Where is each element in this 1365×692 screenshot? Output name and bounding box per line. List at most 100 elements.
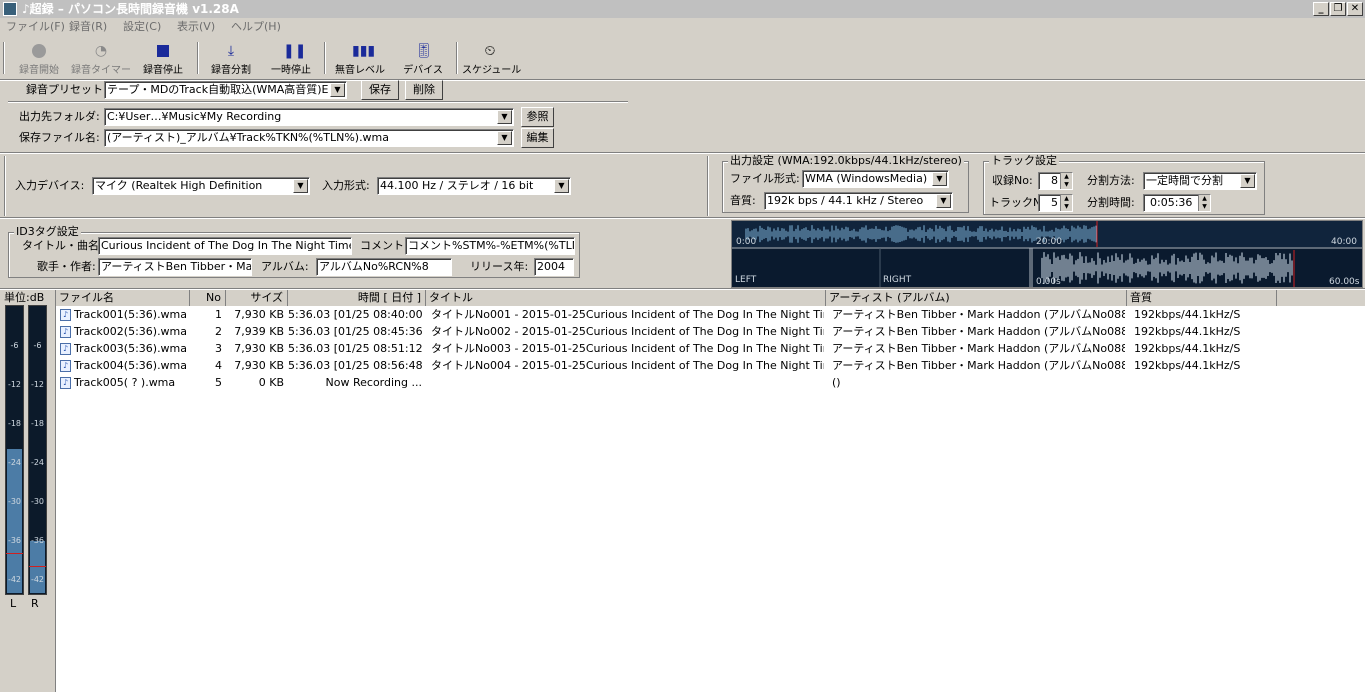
song-title-field[interactable]: Curious Incident of The Dog In The Night… xyxy=(98,237,352,255)
meter-tick-label: -42 xyxy=(7,575,22,584)
quality-select[interactable]: 192k bps / 44.1 kHz / Stereo ▼ xyxy=(764,192,953,210)
window-title: ♪超録 – パソコン長時間録音機 v1.28A xyxy=(22,2,239,16)
cell-text: Track004(5:36).wma xyxy=(74,359,188,372)
wave-bottom-end: 60.00s xyxy=(1329,277,1360,287)
preset-save-button[interactable]: 保存 xyxy=(361,80,399,100)
stop-icon xyxy=(157,45,169,57)
close-button[interactable]: ✕ xyxy=(1347,2,1363,16)
cell-size: 7,930 KB xyxy=(226,340,284,357)
menu-help[interactable]: ヘルプ(H) xyxy=(231,18,281,36)
split-icon: ⤓ xyxy=(227,43,235,59)
input-format-select[interactable]: 44.100 Hz / ステレオ / 16 bit ▼ xyxy=(377,177,571,195)
title-bar: ♪超録 – パソコン長時間録音機 v1.28A _ ❐ ✕ xyxy=(0,0,1365,18)
audio-file-icon: ♪ xyxy=(60,360,71,372)
left-meter-ticks: -6 -12 -18 -24 -30 -36 -42 xyxy=(5,305,24,595)
wave-bottom-start: 0.00s xyxy=(1036,277,1061,287)
cell-text: Track003(5:36).wma xyxy=(74,342,188,355)
column-header-size[interactable]: サイズ xyxy=(226,290,288,306)
cell-text: Track005( ? ).wma xyxy=(74,376,176,389)
menu-settings[interactable]: 設定(C) xyxy=(123,18,161,36)
chevron-down-icon[interactable]: ▼ xyxy=(497,110,512,124)
output-settings-title: 出力設定 (WMA:192.0kbps/44.1kHz/stereo) xyxy=(728,154,964,167)
browse-button[interactable]: 参照 xyxy=(521,107,554,127)
cell-title: タイトルNo004 - 2015-01-25Curious Incident o… xyxy=(431,357,824,374)
divider xyxy=(0,152,1365,154)
table-row[interactable]: ♪ Track003(5:36).wma 3 7,930 KB 5:36.03 [01/… xyxy=(56,340,1365,357)
spinner-arrows-icon[interactable]: ▲ ▼ xyxy=(1060,195,1072,211)
table-row[interactable]: ♪ Track001(5:36).wma 1 7,930 KB 5:36.03 [01/… xyxy=(56,306,1365,323)
input-device-select[interactable]: マイク (Realtek High Definition ▼ xyxy=(92,177,310,195)
menu-record[interactable]: 録音(R) xyxy=(69,18,107,36)
chevron-down-icon[interactable]: ▼ xyxy=(936,194,951,208)
device-button[interactable]: 🎚 デバイス xyxy=(396,40,450,76)
record-timer-button[interactable]: ◔ 録音タイマー xyxy=(68,40,134,76)
track-no-stepper[interactable]: 5 ▲ ▼ xyxy=(1038,194,1073,212)
chevron-down-icon[interactable]: ▼ xyxy=(497,131,512,145)
right-meter-ticks: -6 -12 -18 -24 -30 -36 -42 xyxy=(28,305,47,595)
right-channel-letter: R xyxy=(31,597,39,610)
artist-field[interactable]: アーティストBen Tibber・Mark xyxy=(98,258,252,276)
file-format-select[interactable]: WMA (WindowsMedia) ▼ xyxy=(802,170,949,188)
toolbar-separator xyxy=(456,42,458,74)
chevron-down-icon[interactable]: ▼ xyxy=(293,179,308,193)
column-header-filename[interactable]: ファイル名 xyxy=(56,290,190,306)
restore-button[interactable]: ❐ xyxy=(1330,2,1346,16)
chevron-down-icon[interactable]: ▼ xyxy=(1240,174,1255,188)
column-header-no[interactable]: No xyxy=(190,290,226,306)
record-split-button[interactable]: ⤓ 録音分割 xyxy=(203,40,259,76)
filename-label: 保存ファイル名: xyxy=(19,131,100,144)
spinner-arrows-icon[interactable]: ▲ ▼ xyxy=(1198,195,1210,211)
preset-label: 録音プリセット: xyxy=(26,83,107,96)
divider xyxy=(0,217,1365,219)
column-header-artist[interactable]: アーティスト (アルバム) xyxy=(826,290,1127,306)
meter-tick-label: -12 xyxy=(30,380,45,389)
output-folder-select[interactable]: C:¥User…¥Music¥My Recording ▼ xyxy=(104,108,514,126)
pause-button[interactable]: ❚❚ 一時停止 xyxy=(264,40,318,76)
release-year-field[interactable]: 2004 xyxy=(534,258,574,276)
cell-text: タイトルNo003 - 2015-01-25Curious Incident o… xyxy=(431,342,824,355)
minimize-button[interactable]: _ xyxy=(1313,2,1329,16)
album-field[interactable]: アルバムNo%RCN%8 xyxy=(316,258,452,276)
split-time-stepper[interactable]: 0:05:36 ▲ ▼ xyxy=(1143,194,1211,212)
cell-title: タイトルNo001 - 2015-01-25Curious Incident o… xyxy=(431,306,824,323)
record-no-stepper[interactable]: 8 ▲ ▼ xyxy=(1038,172,1073,190)
chevron-down-icon[interactable]: ▼ xyxy=(330,83,345,97)
record-stop-button[interactable]: 録音停止 xyxy=(136,40,190,76)
cell-title: タイトルNo003 - 2015-01-25Curious Incident o… xyxy=(431,340,824,357)
cell-text: アーティストBen Tibber・Mark Haddon (アルバムNo088 … xyxy=(832,342,1125,355)
column-header-time[interactable]: 時間 [ 日付 ] xyxy=(288,290,426,306)
cell-text: 192kbps/44.1kHz/S xyxy=(1134,359,1241,372)
column-header-quality[interactable]: 音質 xyxy=(1127,290,1277,306)
spinner-arrows-icon[interactable]: ▲ ▼ xyxy=(1060,173,1072,189)
cell-text: 5:36.03 [01/25 08:45:36... xyxy=(288,325,422,338)
chevron-down-icon[interactable]: ▼ xyxy=(932,172,947,186)
cell-time: 5:36.03 [01/25 08:40:00... xyxy=(288,306,422,323)
comment-field[interactable]: コメント%STM%-%ETM%(%TLN%) xyxy=(405,237,575,255)
silence-level-button[interactable]: ▮▮▮ 無音レベル xyxy=(330,40,390,76)
schedule-button[interactable]: ⏲ スケジュール xyxy=(462,40,521,76)
divider xyxy=(4,156,6,216)
list-rows: ♪ Track001(5:36).wma 1 7,930 KB 5:36.03 [01/… xyxy=(56,306,1365,406)
column-header-title[interactable]: タイトル xyxy=(426,290,826,306)
chevron-down-icon[interactable]: ▼ xyxy=(554,179,569,193)
menu-file[interactable]: ファイル(F) xyxy=(6,18,65,36)
cell-filename: ♪ Track003(5:36).wma xyxy=(60,340,188,357)
cell-text: 7,930 KB xyxy=(234,308,284,321)
preset-select[interactable]: テープ・MDのTrack自動取込(WMA高音質)E ▼ xyxy=(104,81,347,99)
cell-artist: アーティストBen Tibber・Mark Haddon (アルバムNo088 … xyxy=(832,323,1125,340)
record-start-button[interactable]: 録音開始 xyxy=(12,40,66,76)
split-method-select[interactable]: 一定時間で分割 ▼ xyxy=(1143,172,1257,190)
table-row[interactable]: ♪ Track002(5:36).wma 2 7,939 KB 5:36.03 [01/… xyxy=(56,323,1365,340)
table-row[interactable]: ♪ Track005( ? ).wma 5 0 KB Now Recording ...… xyxy=(56,374,1365,391)
cell-title: タイトルNo002 - 2015-01-25Curious Incident o… xyxy=(431,323,824,340)
cell-size: 7,930 KB xyxy=(226,306,284,323)
meter-tick-label: -6 xyxy=(33,341,42,350)
preset-delete-button[interactable]: 削除 xyxy=(405,80,443,100)
filename-pattern-select[interactable]: (アーティスト)_アルバム¥Track%TKN%(%TLN%).wma ▼ xyxy=(104,129,514,147)
left-channel-label: LEFT xyxy=(735,275,757,285)
edit-button[interactable]: 編集 xyxy=(521,128,554,148)
recorded-file-list[interactable]: ファイル名 No サイズ 時間 [ 日付 ] タイトル アーティスト (アルバム… xyxy=(55,290,1365,692)
menu-view[interactable]: 表示(V) xyxy=(177,18,215,36)
cell-text: Now Recording ... xyxy=(325,376,422,389)
table-row[interactable]: ♪ Track004(5:36).wma 4 7,930 KB 5:36.03 [01/… xyxy=(56,357,1365,374)
